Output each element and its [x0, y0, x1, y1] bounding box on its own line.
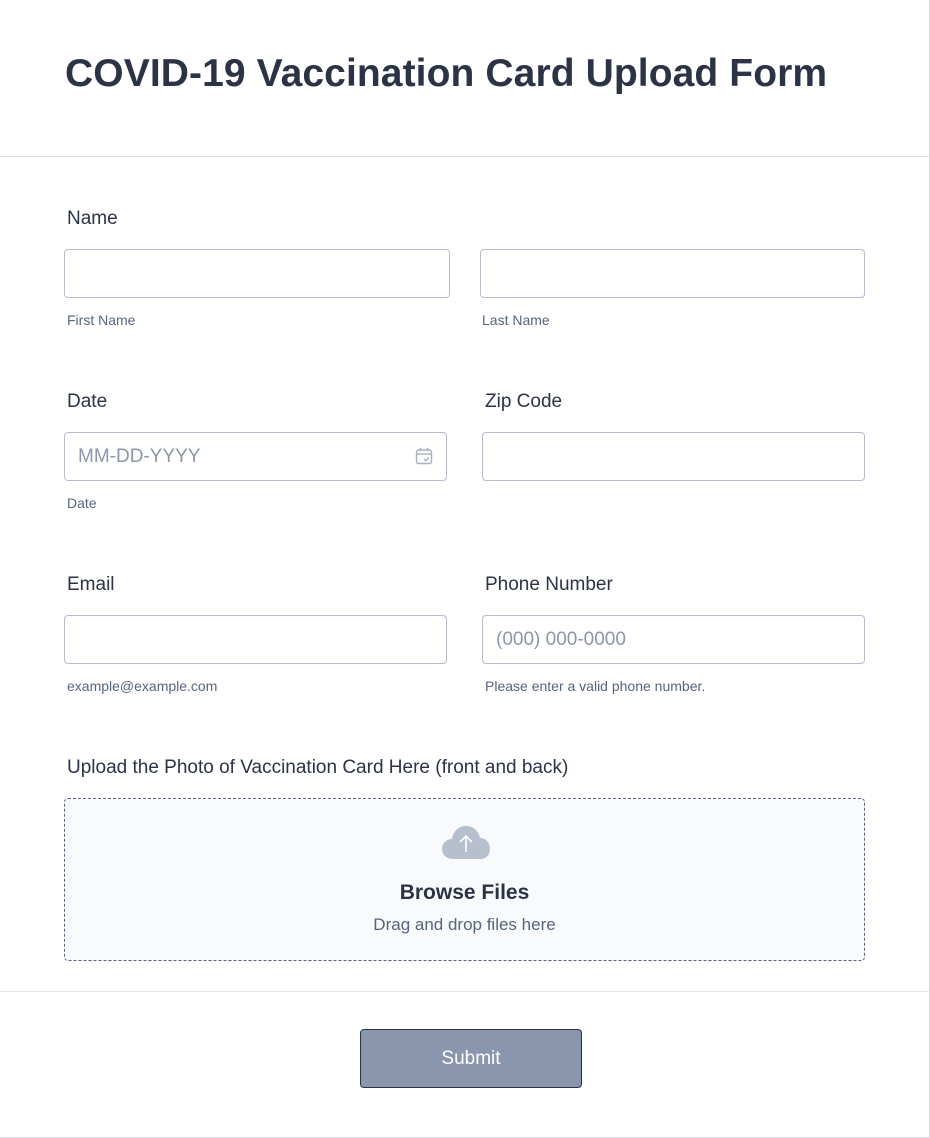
form-title: COVID-19 Vaccination Card Upload Form [65, 52, 828, 95]
form-card: COVID-19 Vaccination Card Upload Form Na… [0, 0, 930, 1138]
phone-number-input[interactable] [482, 615, 865, 664]
phone-number-label: Phone Number [485, 574, 613, 595]
last-name-sublabel: Last Name [482, 312, 550, 328]
cloud-upload-icon [441, 825, 491, 861]
browse-files-button[interactable]: Browse Files [65, 881, 864, 905]
submit-button[interactable]: Submit [360, 1029, 582, 1088]
file-dropzone[interactable]: Browse Files Drag and drop files here [64, 798, 865, 961]
date-label: Date [67, 391, 108, 412]
date-input[interactable] [64, 432, 447, 481]
footer-divider [0, 991, 929, 992]
email-label: Email [67, 574, 115, 595]
first-name-input[interactable] [64, 249, 450, 298]
drag-drop-hint: Drag and drop files here [373, 915, 556, 934]
last-name-input[interactable] [480, 249, 865, 298]
zip-code-label: Zip Code [485, 391, 563, 412]
upload-label: Upload the Photo of Vaccination Card Her… [67, 757, 569, 778]
name-label: Name [67, 208, 118, 229]
zip-code-input[interactable] [482, 432, 865, 481]
form-header: COVID-19 Vaccination Card Upload Form [0, 0, 929, 157]
email-sublabel: example@example.com [67, 678, 218, 694]
email-input[interactable] [64, 615, 447, 664]
phone-number-sublabel: Please enter a valid phone number. [485, 678, 706, 694]
calendar-icon[interactable] [415, 447, 433, 465]
first-name-sublabel: First Name [67, 312, 136, 328]
date-sublabel: Date [67, 495, 97, 511]
